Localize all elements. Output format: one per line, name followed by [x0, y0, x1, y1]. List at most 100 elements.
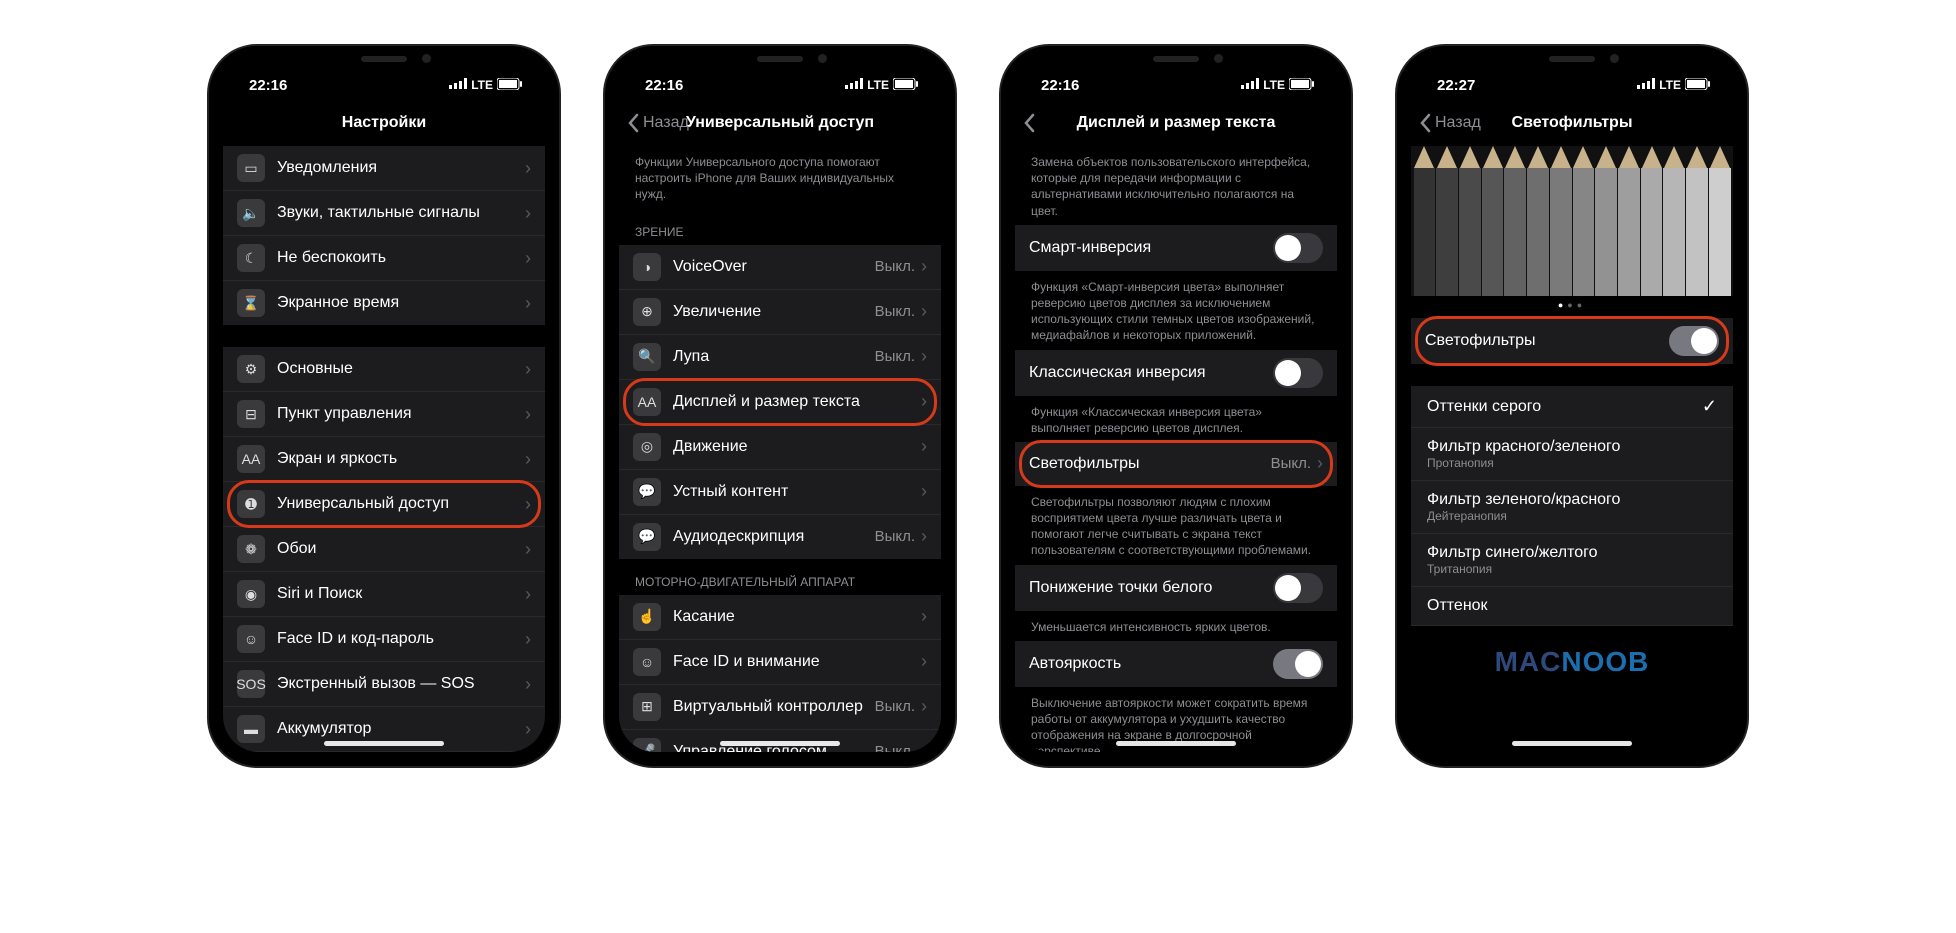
- filter-label: Фильтр красного/зеленого: [1427, 438, 1717, 456]
- page-title: Светофильтры: [1512, 114, 1633, 132]
- chevron-left-icon: [1023, 113, 1035, 133]
- back-button[interactable]: Назад: [1419, 100, 1481, 146]
- pencil: [1663, 146, 1685, 296]
- row-label: Звуки, тактильные сигналы: [277, 204, 525, 222]
- settings-group: ▭Уведомления›🔈Звуки, тактильные сигналы›…: [223, 146, 545, 325]
- page-dots[interactable]: ●●●: [1411, 296, 1733, 318]
- battery-icon: [893, 78, 919, 93]
- nav-bar: Назад Светофильтры: [1411, 100, 1733, 146]
- voiceover-icon: ◑: [633, 253, 661, 281]
- accessibility-row-audiodesc[interactable]: 💬АудиодескрипцияВыкл.›: [619, 515, 941, 559]
- pencil: [1573, 146, 1595, 296]
- display-row[interactable]: Понижение точки белого: [1015, 565, 1337, 611]
- settings-row-sound[interactable]: 🔈Звуки, тактильные сигналы›: [223, 191, 545, 236]
- row-value: Выкл.: [875, 303, 915, 320]
- toggle[interactable]: [1273, 233, 1323, 263]
- settings-row-notify[interactable]: ▭Уведомления›: [223, 146, 545, 191]
- filter-option[interactable]: Оттенки серого✓: [1411, 386, 1733, 428]
- home-indicator[interactable]: [1116, 741, 1236, 746]
- accessibility-row-voiceover[interactable]: ◑VoiceOverВыкл.›: [619, 245, 941, 290]
- row-label: Экранное время: [277, 294, 525, 312]
- home-indicator[interactable]: [324, 741, 444, 746]
- settings-row-screen-time[interactable]: ⌛Экранное время›: [223, 281, 545, 325]
- pencils-preview[interactable]: [1411, 146, 1733, 296]
- section-header: ЗРЕНИЕ: [619, 209, 941, 245]
- settings-row-control[interactable]: ⊟Пункт управления›: [223, 392, 545, 437]
- row-note: Светофильтры позволяют людям с плохим во…: [1015, 486, 1337, 565]
- phone-display-text-size: 22:16 LTE Дисплей и размер текста Замена…: [1001, 46, 1351, 766]
- voice-icon: 🎤: [633, 738, 661, 752]
- signal-icon: [1637, 78, 1655, 92]
- display-row[interactable]: СветофильтрыВыкл.›: [1015, 442, 1337, 486]
- row-note: Функция «Классическая инверсия цвета» вы…: [1015, 396, 1337, 442]
- display-row[interactable]: Классическая инверсия: [1015, 350, 1337, 396]
- accessibility-row-face[interactable]: ☺Face ID и внимание›: [619, 640, 941, 685]
- accessibility-row-switch[interactable]: ⊞Виртуальный контроллерВыкл.›: [619, 685, 941, 730]
- phone-accessibility: 22:16 LTE Назад Универсальный доступ Фун…: [605, 46, 955, 766]
- settings-row-accessibility[interactable]: ➊Универсальный доступ›: [223, 482, 545, 527]
- row-label: Классическая инверсия: [1029, 364, 1273, 382]
- face-icon: ☺: [633, 648, 661, 676]
- accessibility-row-textsize[interactable]: AAДисплей и размер текста›: [619, 380, 941, 425]
- row-label: Универсальный доступ: [277, 495, 525, 513]
- row-label: Увеличение: [673, 303, 875, 321]
- accessibility-row-motion[interactable]: ◎Движение›: [619, 425, 941, 470]
- filter-option[interactable]: Оттенок: [1411, 587, 1733, 626]
- row-label: Аккумулятор: [277, 720, 525, 738]
- toggle[interactable]: [1273, 573, 1323, 603]
- toggle[interactable]: [1273, 358, 1323, 388]
- color-filters-toggle-row[interactable]: Светофильтры: [1411, 318, 1733, 364]
- display-row[interactable]: Смарт-инверсия: [1015, 225, 1337, 271]
- filter-option[interactable]: Фильтр зеленого/красногоДейтеранопия: [1411, 481, 1733, 534]
- network-label: LTE: [867, 78, 889, 92]
- display-icon: AA: [237, 445, 265, 473]
- chevron-right-icon: ›: [1317, 453, 1323, 474]
- settings-row-wallpaper[interactable]: ❁Обои›: [223, 527, 545, 572]
- settings-row-display[interactable]: AAЭкран и яркость›: [223, 437, 545, 482]
- wallpaper-icon: ❁: [237, 535, 265, 563]
- network-label: LTE: [471, 78, 493, 92]
- accessibility-row-magnifier[interactable]: 🔍ЛупаВыкл.›: [619, 335, 941, 380]
- settings-row-sos[interactable]: SOSЭкстренный вызов — SOS›: [223, 662, 545, 707]
- battery-icon: ▬: [237, 715, 265, 743]
- filter-sublabel: Тританопия: [1427, 562, 1717, 576]
- chevron-right-icon: ›: [525, 359, 531, 380]
- settings-row-faceid[interactable]: ☺Face ID и код-пароль›: [223, 617, 545, 662]
- toggle[interactable]: [1273, 649, 1323, 679]
- accessibility-row-zoom[interactable]: ⊕УвеличениеВыкл.›: [619, 290, 941, 335]
- chevron-right-icon: ›: [525, 248, 531, 269]
- row-label: Движение: [673, 438, 921, 456]
- settings-row-general[interactable]: ⚙Основные›: [223, 347, 545, 392]
- settings-row-dnd[interactable]: ☾Не беспокоить›: [223, 236, 545, 281]
- siri-icon: ◉: [237, 580, 265, 608]
- row-label: Обои: [277, 540, 525, 558]
- battery-icon: [497, 78, 523, 93]
- display-row[interactable]: Автояркость: [1015, 641, 1337, 687]
- pencil: [1641, 146, 1663, 296]
- status-right: LTE: [449, 78, 523, 93]
- control-icon: ⊟: [237, 400, 265, 428]
- checkmark-icon: ✓: [1702, 396, 1717, 417]
- accessibility-group: ☝Касание›☺Face ID и внимание›⊞Виртуальны…: [619, 595, 941, 752]
- home-indicator[interactable]: [1512, 741, 1632, 746]
- macnoob-logo: MACNOOB: [1411, 626, 1733, 678]
- textsize-icon: AA: [633, 388, 661, 416]
- touch-icon: ☝: [633, 603, 661, 631]
- row-value: Выкл.: [1271, 455, 1311, 472]
- settings-row-siri[interactable]: ◉Siri и Поиск›: [223, 572, 545, 617]
- accessibility-row-touch[interactable]: ☝Касание›: [619, 595, 941, 640]
- network-label: LTE: [1659, 78, 1681, 92]
- back-button[interactable]: [1023, 100, 1035, 146]
- battery-icon: [1289, 78, 1315, 93]
- toggle[interactable]: [1669, 326, 1719, 356]
- chevron-right-icon: ›: [921, 651, 927, 672]
- faceid-icon: ☺: [237, 625, 265, 653]
- chevron-right-icon: ›: [525, 293, 531, 314]
- accessibility-row-spoken[interactable]: 💬Устный контент›: [619, 470, 941, 515]
- row-label: Автояркость: [1029, 655, 1273, 673]
- back-button[interactable]: Назад: [627, 100, 689, 146]
- home-indicator[interactable]: [720, 741, 840, 746]
- display-row-group: Понижение точки белого: [1015, 565, 1337, 611]
- filter-option[interactable]: Фильтр синего/желтогоТританопия: [1411, 534, 1733, 587]
- filter-option[interactable]: Фильтр красного/зеленогоПротанопия: [1411, 428, 1733, 481]
